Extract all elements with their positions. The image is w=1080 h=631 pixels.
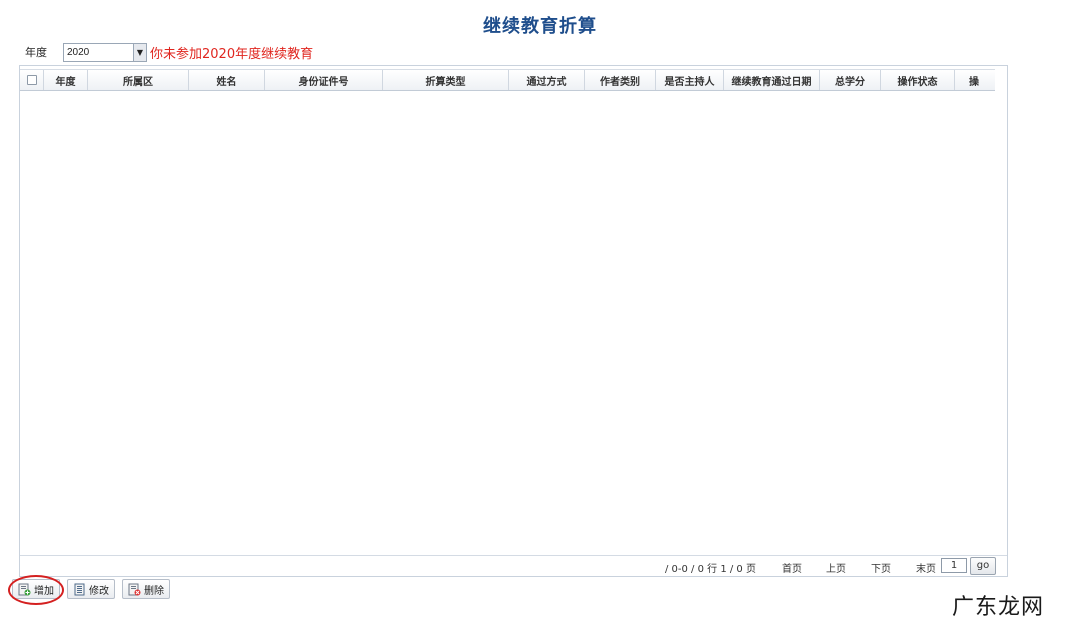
edit-button-label: 修改 — [89, 585, 109, 597]
year-label: 年度 — [25, 46, 47, 59]
first-page-link[interactable]: 首页 — [782, 560, 802, 575]
page-title: 继续教育折算 — [483, 16, 597, 37]
grid-header: 年度 所属区 姓名 身份证件号 折算类型 通过方式 作者类别 是否主持人 继续教… — [20, 69, 995, 91]
select-all-checkbox[interactable] — [26, 75, 37, 85]
column-header[interactable]: 折算类型 — [383, 70, 509, 90]
last-page-link[interactable]: 末页 — [916, 560, 936, 575]
column-header[interactable]: 是否主持人 — [656, 70, 724, 90]
page-number-input[interactable]: 1 — [941, 558, 967, 573]
column-header[interactable]: 年度 — [44, 70, 88, 90]
delete-button[interactable]: 删除 — [122, 579, 170, 599]
column-header[interactable]: 姓名 — [189, 70, 265, 90]
column-header[interactable]: 身份证件号 — [265, 70, 383, 90]
year-select-value: 2020 — [67, 46, 90, 58]
toolbar: 增加 修改 删除 — [8, 575, 177, 605]
column-header[interactable]: 通过方式 — [509, 70, 585, 90]
year-select[interactable]: 2020 ▼ — [63, 42, 147, 62]
watermark-text: 广东龙网 — [951, 595, 1044, 620]
delete-record-icon — [128, 583, 141, 595]
column-header[interactable]: 继续教育通过日期 — [724, 70, 820, 90]
edit-record-icon — [74, 583, 85, 595]
chevron-down-icon[interactable]: ▼ — [133, 43, 146, 61]
column-header[interactable]: 所属区 — [88, 70, 189, 90]
select-all-cell[interactable] — [20, 70, 44, 90]
year-notice: 你未参加2020年度继续教育 — [150, 46, 314, 62]
filter-row: 年度 2020 ▼ 你未参加2020年度继续教育 — [25, 42, 313, 62]
add-button[interactable]: 增加 — [8, 575, 64, 605]
edit-button[interactable]: 修改 — [67, 579, 115, 599]
column-header[interactable]: 作者类别 — [585, 70, 656, 90]
highlight-ring — [8, 575, 64, 605]
column-header[interactable]: 操作状态 — [881, 70, 955, 90]
column-header[interactable]: 总学分 — [820, 70, 881, 90]
next-page-link[interactable]: 下页 — [871, 560, 891, 575]
pager-summary: / 0-0 / 0 行 1 / 0 页 — [665, 564, 756, 575]
prev-page-link[interactable]: 上页 — [826, 560, 846, 575]
pager: / 0-0 / 0 行 1 / 0 页 首页 上页 下页 末页 1 go — [20, 555, 1007, 576]
column-header[interactable]: 操 — [955, 70, 995, 90]
go-button[interactable]: go — [970, 557, 996, 575]
delete-button-label: 删除 — [144, 585, 164, 597]
data-grid: 年度 所属区 姓名 身份证件号 折算类型 通过方式 作者类别 是否主持人 继续教… — [19, 65, 1008, 577]
